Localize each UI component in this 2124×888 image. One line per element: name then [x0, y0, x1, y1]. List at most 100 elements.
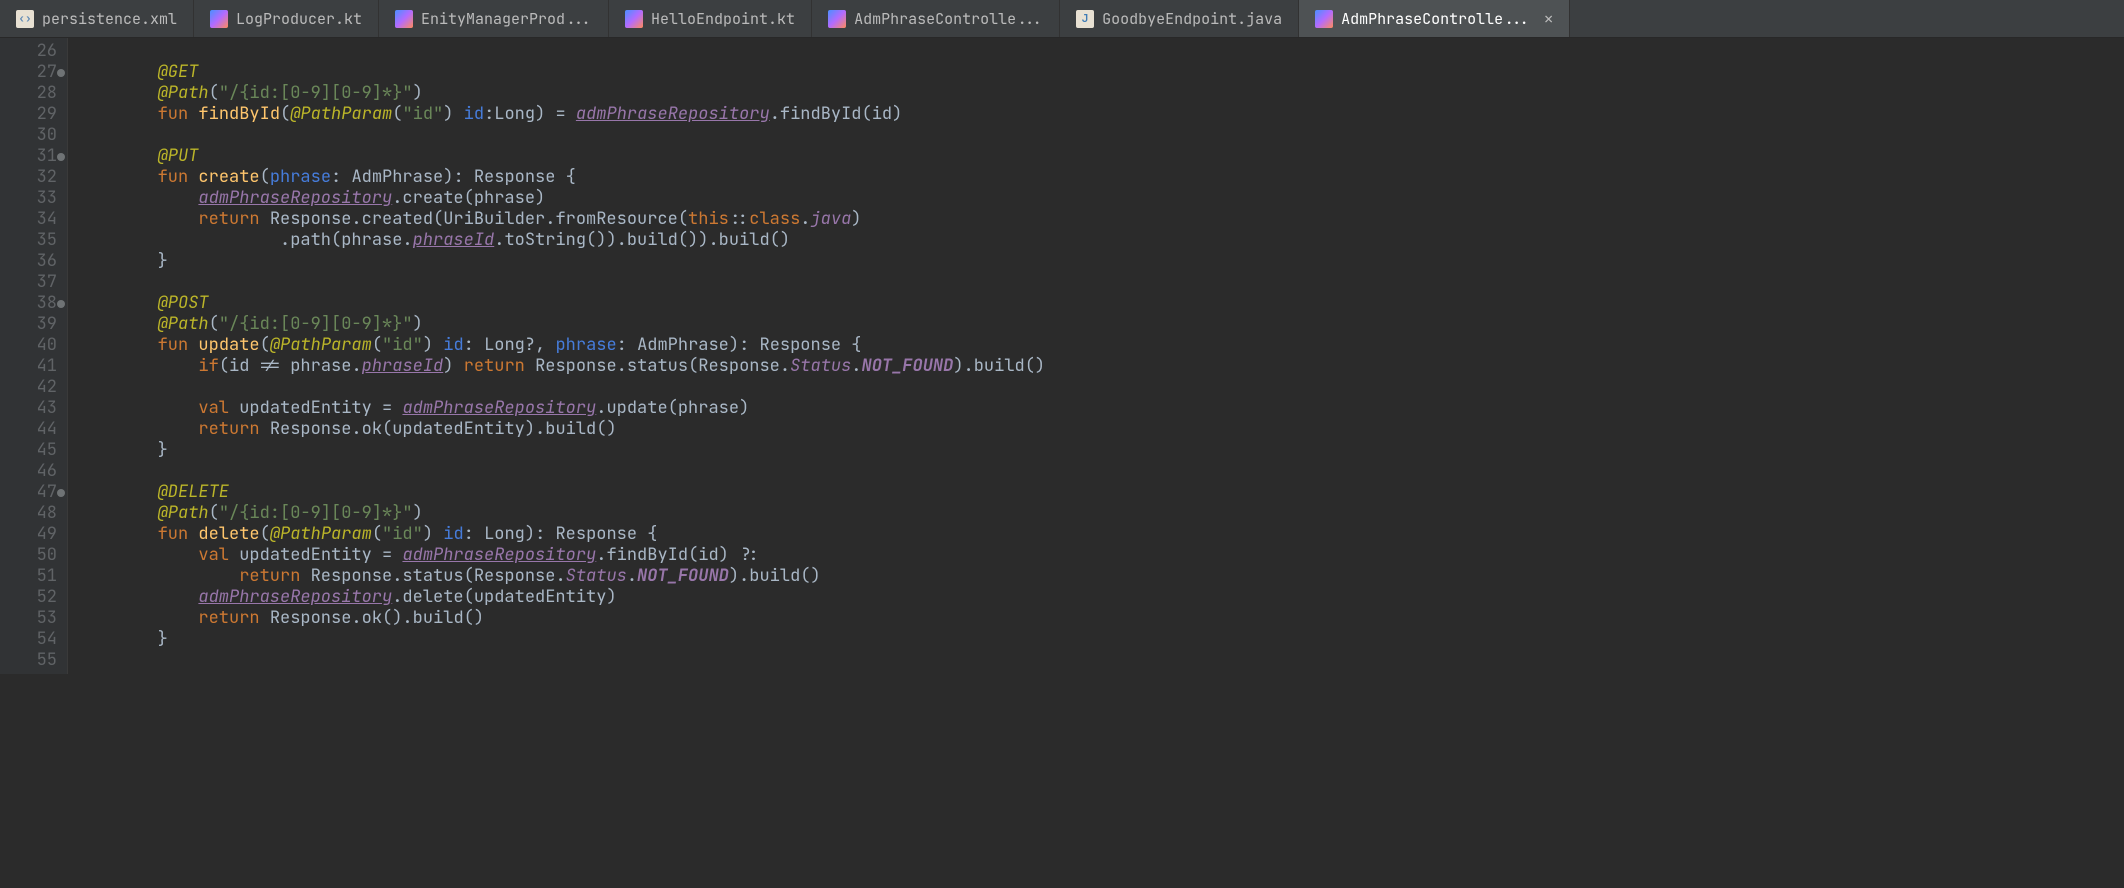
token-op: . [280, 229, 290, 251]
editor-tab[interactable]: AdmPhraseControlle...✕ [1299, 0, 1570, 37]
token-str: "id" [382, 334, 423, 356]
token-op: ). [729, 565, 749, 587]
token-op: . [351, 355, 361, 377]
token-fn: delete [198, 523, 259, 545]
code-line[interactable]: } [76, 629, 1045, 650]
code-area[interactable]: @GET @Path("/{id:[0-9][0-9]*}") fun find… [68, 38, 1045, 674]
token-id: ok [362, 607, 382, 629]
line-number: 54 [0, 629, 57, 650]
editor-tab[interactable]: EnityManagerProd... [379, 0, 609, 37]
token-op: . [545, 208, 555, 230]
token-op: . [402, 229, 412, 251]
line-number: 38 [0, 293, 57, 314]
token-fn: findById [198, 103, 280, 125]
tab-label: HelloEndpoint.kt [651, 9, 795, 29]
token-id: status [627, 355, 688, 377]
token-cls: Response [535, 355, 617, 377]
editor-tab[interactable]: ‹›persistence.xml [0, 0, 194, 37]
editor-tab[interactable]: AdmPhraseControlle... [812, 0, 1060, 37]
token-cls: Response [555, 523, 637, 545]
code-line[interactable]: return Response.status(Response.Status.N… [76, 566, 1045, 587]
token-op: = [372, 544, 403, 566]
token-ann: @POST [158, 292, 209, 314]
token-op: ) [535, 187, 545, 209]
kotlin-file-icon [210, 10, 228, 28]
token-op: . [770, 103, 780, 125]
token-op: ()). [678, 229, 719, 251]
token-op: . [627, 565, 637, 587]
token-op: ). [525, 418, 545, 440]
token-cls: Response [270, 418, 352, 440]
token-op: . [851, 355, 861, 377]
code-line[interactable]: val updatedEntity = admPhraseRepository.… [76, 398, 1045, 419]
token-op: ( [260, 523, 270, 545]
token-op: != [249, 355, 290, 377]
token-op: : [331, 166, 351, 188]
token-op: . [617, 355, 627, 377]
line-number: 37 [0, 272, 57, 293]
code-line[interactable] [76, 377, 1045, 398]
code-line[interactable]: @Path("/{id:[0-9][0-9]*}") [76, 503, 1045, 524]
code-line[interactable]: return Response.ok(updatedEntity).build(… [76, 419, 1045, 440]
token-cls: Response [474, 166, 556, 188]
token-kw: return [464, 355, 535, 377]
editor-tab[interactable]: JGoodbyeEndpoint.java [1060, 0, 1299, 37]
code-line[interactable]: fun create(phrase: AdmPhrase): Response … [76, 167, 1045, 188]
code-line[interactable]: return Response.created(UriBuilder.fromR… [76, 209, 1045, 230]
token-kw: fun [158, 103, 199, 125]
line-number: 47 [0, 482, 57, 503]
token-op: ( [331, 229, 341, 251]
code-line[interactable]: @Path("/{id:[0-9][0-9]*}") [76, 314, 1045, 335]
line-number: 49 [0, 524, 57, 545]
code-line[interactable]: fun update(@PathParam("id") id: Long?, p… [76, 335, 1045, 356]
token-ann: @GET [158, 61, 199, 83]
code-line[interactable]: } [76, 251, 1045, 272]
code-line[interactable]: @GET [76, 62, 1045, 83]
code-line[interactable] [76, 461, 1045, 482]
token-id: delete [402, 586, 463, 608]
token-cls: Response [311, 565, 393, 587]
code-line[interactable]: @DELETE [76, 482, 1045, 503]
code-line[interactable]: @Path("/{id:[0-9][0-9]*}") [76, 83, 1045, 104]
close-icon[interactable]: ✕ [1544, 9, 1553, 29]
code-line[interactable] [76, 272, 1045, 293]
token-op: ) [606, 586, 616, 608]
token-cls: AdmPhrase [637, 334, 729, 356]
code-line[interactable]: .path(phrase.phraseId.toString()).build(… [76, 230, 1045, 251]
token-kw: fun [158, 523, 199, 545]
token-op: { [841, 334, 861, 356]
token-prop: Status [566, 565, 627, 587]
kotlin-file-icon [828, 10, 846, 28]
token-cls: Response [270, 208, 352, 230]
code-line[interactable]: } [76, 440, 1045, 461]
editor-tab[interactable]: HelloEndpoint.kt [609, 0, 812, 37]
line-number: 40 [0, 335, 57, 356]
code-line[interactable]: @POST [76, 293, 1045, 314]
code-editor[interactable]: 2627282930313233343536373839404142434445… [0, 38, 2124, 674]
code-line[interactable]: admPhraseRepository.delete(updatedEntity… [76, 587, 1045, 608]
token-cls: Long [484, 523, 525, 545]
line-number: 51 [0, 566, 57, 587]
line-number: 35 [0, 230, 57, 251]
code-line[interactable]: if(id != phrase.phraseId) return Respons… [76, 356, 1045, 377]
code-line[interactable]: fun delete(@PathParam("id") id: Long): R… [76, 524, 1045, 545]
code-line[interactable]: @PUT [76, 146, 1045, 167]
editor-tab[interactable]: LogProducer.kt [194, 0, 379, 37]
token-lvar: updatedEntity [239, 544, 372, 566]
code-line[interactable]: fun findById(@PathParam("id") id:Long) =… [76, 104, 1045, 125]
code-line[interactable]: return Response.ok().build() [76, 608, 1045, 629]
token-lvar: updatedEntity [239, 397, 372, 419]
token-id: build [749, 565, 800, 587]
token-op: ( [464, 565, 474, 587]
code-line[interactable]: admPhraseRepository.create(phrase) [76, 188, 1045, 209]
code-line[interactable] [76, 41, 1045, 62]
token-ann: @PUT [158, 145, 199, 167]
token-op: ( [862, 103, 872, 125]
code-line[interactable] [76, 650, 1045, 671]
token-ann: @PathParam [270, 523, 372, 545]
token-op: ) [443, 355, 463, 377]
line-number: 39 [0, 314, 57, 335]
code-line[interactable] [76, 125, 1045, 146]
token-id: fromResource [555, 208, 677, 230]
code-line[interactable]: val updatedEntity = admPhraseRepository.… [76, 545, 1045, 566]
